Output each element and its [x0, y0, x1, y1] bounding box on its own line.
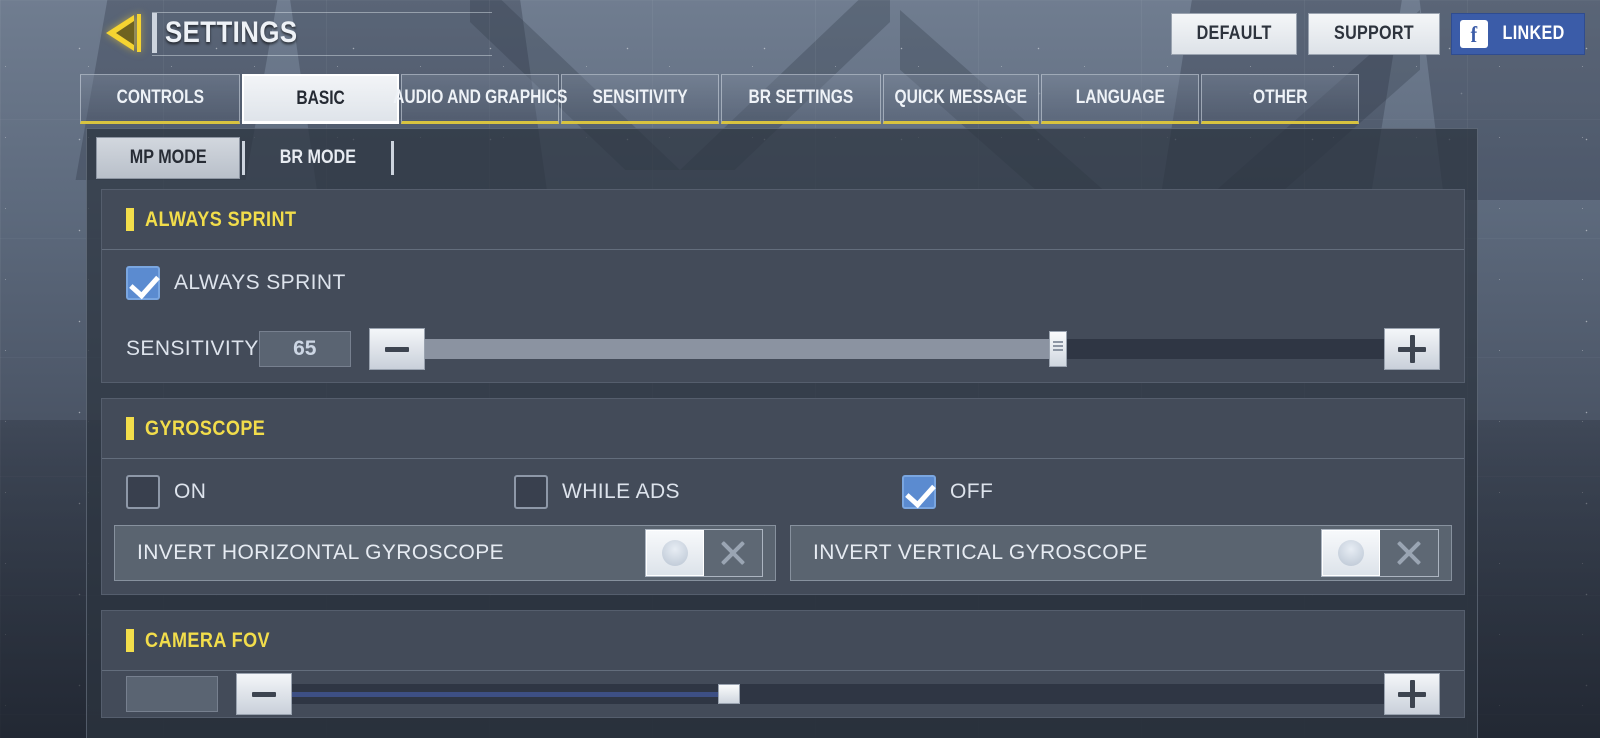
sensitivity-decrease-button[interactable]: [368, 328, 425, 370]
x-icon: [1380, 530, 1438, 576]
tab-controls[interactable]: CONTROLS: [80, 74, 240, 124]
tab-language-label: LANGUAGE: [1075, 87, 1165, 108]
support-button[interactable]: SUPPORT: [1307, 13, 1440, 55]
back-and-title: SETTINGS: [104, 8, 319, 58]
settings-sections: ALWAYS SPRINT ALWAYS SPRINT SENSITIVITY …: [101, 189, 1465, 738]
gyroscope-option-off[interactable]: OFF: [902, 475, 993, 509]
header: SETTINGS DEFAULT SUPPORT f LINKED: [0, 0, 1600, 68]
row-camera-fov-slider: [102, 671, 1464, 717]
invert-horizontal-label: INVERT HORIZONTAL GYROSCOPE: [137, 541, 505, 564]
back-arrow-icon[interactable]: [104, 12, 150, 54]
invert-vertical-gyroscope[interactable]: INVERT VERTICAL GYROSCOPE: [790, 525, 1452, 581]
tab-audio-and-graphics-label: AUDIO AND GRAPHICS: [392, 87, 568, 108]
subtab-divider: [391, 141, 395, 175]
sensitivity-increase-button[interactable]: [1384, 328, 1440, 370]
camera-fov-value[interactable]: [126, 676, 218, 712]
tab-other[interactable]: OTHER: [1201, 74, 1359, 124]
toggle-knob: [1322, 530, 1380, 576]
page-title: SETTINGS: [165, 16, 298, 49]
default-button[interactable]: DEFAULT: [1170, 13, 1297, 55]
settings-screen: SETTINGS DEFAULT SUPPORT f LINKED CONTRO…: [0, 0, 1600, 738]
always-sprint-checkbox[interactable]: ALWAYS SPRINT: [126, 266, 346, 300]
tab-controls-label: CONTROLS: [116, 87, 204, 108]
tab-sensitivity-label: SENSITIVITY: [592, 87, 688, 108]
settings-panel: MP MODE BR MODE ALWAYS SPRINT ALWAYS SPR…: [86, 128, 1478, 738]
gyroscope-option-on[interactable]: ON: [126, 475, 514, 509]
sensitivity-fill: [424, 339, 1058, 359]
section-title: CAMERA FOV: [145, 628, 271, 652]
subtab-br-mode-label: BR MODE: [280, 147, 357, 168]
camera-fov-decrease-button[interactable]: [236, 673, 292, 715]
section-accent-bar: [126, 208, 134, 231]
x-icon: [704, 530, 762, 576]
subtab-mp-mode[interactable]: MP MODE: [96, 137, 241, 179]
tab-quick-message-label: QUICK MESSAGE: [894, 87, 1028, 108]
tab-language[interactable]: LANGUAGE: [1041, 74, 1199, 124]
checkbox-label: WHILE ADS: [562, 480, 680, 503]
checkbox-label: ALWAYS SPRINT: [174, 271, 346, 294]
checkbox-label: OFF: [950, 480, 994, 503]
tab-quick-message[interactable]: QUICK MESSAGE: [883, 74, 1039, 124]
section-header: ALWAYS SPRINT: [102, 190, 1464, 250]
facebook-linked-label: LINKED: [1502, 23, 1565, 44]
sensitivity-thumb[interactable]: [1048, 331, 1067, 367]
subtab-br-mode[interactable]: BR MODE: [247, 137, 389, 179]
tab-basic[interactable]: BASIC: [242, 74, 399, 124]
section-camera-fov: CAMERA FOV: [101, 610, 1465, 718]
section-accent-bar: [126, 629, 134, 652]
tab-basic-label: BASIC: [296, 87, 345, 109]
tab-other-label: OTHER: [1252, 87, 1308, 108]
checkbox-box[interactable]: [514, 475, 548, 509]
gyroscope-invert-row: INVERT HORIZONTAL GYROSCOPE INVERT VERTI…: [102, 525, 1464, 594]
checkbox-box[interactable]: [126, 475, 160, 509]
camera-fov-thumb[interactable]: [717, 684, 740, 704]
section-title: GYROSCOPE: [145, 416, 266, 440]
camera-fov-slider-row: [126, 673, 1440, 715]
gyroscope-option-while-ads[interactable]: WHILE ADS: [514, 475, 902, 509]
title-divider: [152, 13, 157, 53]
camera-fov-fill: [292, 692, 729, 697]
section-always-sprint: ALWAYS SPRINT ALWAYS SPRINT SENSITIVITY …: [101, 189, 1465, 383]
support-button-label: SUPPORT: [1333, 23, 1414, 44]
default-button-label: DEFAULT: [1196, 23, 1272, 44]
camera-fov-increase-button[interactable]: [1384, 673, 1440, 715]
section-header: CAMERA FOV: [102, 611, 1464, 671]
section-gyroscope: GYROSCOPE ON WHILE ADS OFF INVERT HORIZO…: [101, 398, 1465, 595]
subtab-divider: [242, 141, 246, 175]
checkbox-box[interactable]: [126, 266, 160, 300]
sensitivity-value[interactable]: 65: [258, 331, 351, 367]
tab-sensitivity[interactable]: SENSITIVITY: [561, 74, 719, 124]
tab-audio-and-graphics[interactable]: AUDIO AND GRAPHICS: [393, 74, 567, 124]
section-accent-bar: [126, 417, 134, 440]
facebook-icon: f: [1459, 20, 1488, 48]
checkbox-box[interactable]: [902, 475, 936, 509]
section-title: ALWAYS SPRINT: [145, 207, 297, 231]
camera-fov-track[interactable]: [292, 684, 1384, 704]
checkbox-label: ON: [174, 480, 207, 503]
facebook-glyph: f: [1470, 21, 1478, 47]
facebook-linked-button[interactable]: f LINKED: [1450, 13, 1585, 55]
sensitivity-label: SENSITIVITY: [126, 337, 259, 360]
toggle-dot-icon: [1338, 540, 1364, 566]
thumb-grip: [1052, 341, 1063, 352]
section-header: GYROSCOPE: [102, 399, 1464, 459]
tab-br-settings-label: BR SETTINGS: [748, 87, 854, 108]
settings-tab-bar: CONTROLS BASIC AUDIO AND GRAPHICS SENSIT…: [80, 74, 1359, 124]
header-actions: DEFAULT SUPPORT f LINKED: [1170, 13, 1585, 55]
invert-horizontal-gyroscope[interactable]: INVERT HORIZONTAL GYROSCOPE: [114, 525, 776, 581]
invert-vertical-label: INVERT VERTICAL GYROSCOPE: [813, 541, 1148, 564]
subtab-mp-mode-label: MP MODE: [129, 147, 207, 168]
sensitivity-track[interactable]: [424, 331, 1384, 367]
row-always-sprint-checkbox: ALWAYS SPRINT: [102, 250, 1464, 316]
toggle-dot-icon: [662, 540, 688, 566]
tab-br-settings[interactable]: BR SETTINGS: [721, 74, 881, 124]
row-gyroscope-options: ON WHILE ADS OFF: [102, 459, 1464, 525]
row-sensitivity-slider: SENSITIVITY 65: [102, 316, 1464, 382]
sensitivity-slider-row: SENSITIVITY 65: [126, 328, 1440, 370]
toggle-knob: [646, 530, 704, 576]
invert-vertical-toggle[interactable]: [1321, 529, 1439, 577]
mode-subtab-bar: MP MODE BR MODE: [96, 137, 396, 179]
invert-horizontal-toggle[interactable]: [645, 529, 763, 577]
